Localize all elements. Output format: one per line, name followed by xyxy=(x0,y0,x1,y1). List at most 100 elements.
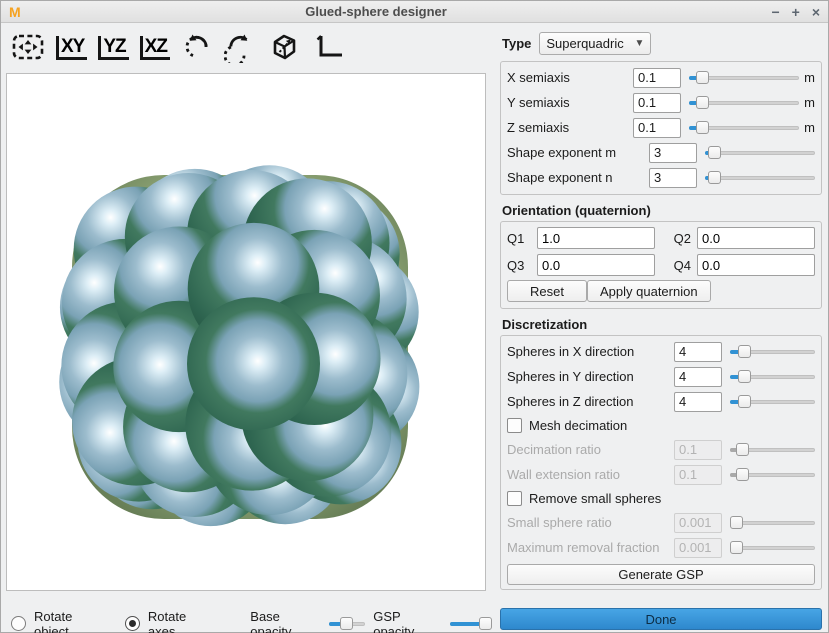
spheres-y-input[interactable] xyxy=(674,367,722,387)
rotate-object-label: Rotate object xyxy=(34,609,103,633)
slider-track xyxy=(705,176,815,180)
toggle-axes-button[interactable] xyxy=(310,29,348,68)
decimation-ratio-row: Decimation ratio xyxy=(507,437,815,462)
base-opacity-label: Base opacity xyxy=(250,609,317,633)
y-semiaxis-slider[interactable] xyxy=(689,95,799,111)
discretization-groupbox: Spheres in X direction Spheres in Y dire… xyxy=(500,335,822,590)
spheres-x-input[interactable] xyxy=(674,342,722,362)
x-semiaxis-slider[interactable] xyxy=(689,70,799,86)
orientation-header: Orientation (quaternion) xyxy=(502,203,822,218)
slider-handle[interactable] xyxy=(696,96,709,109)
type-label: Type xyxy=(502,36,531,51)
rotate-axes-label: Rotate axes xyxy=(148,609,210,633)
chevron-down-icon: ▼ xyxy=(634,38,644,49)
slider-handle xyxy=(736,443,749,456)
z-semiaxis-unit: m xyxy=(799,120,815,135)
slider-handle xyxy=(730,541,743,554)
spheres-x-slider[interactable] xyxy=(730,344,815,360)
settings-panel: Type Superquadric ▼ X semiaxis m Y semia… xyxy=(496,23,828,633)
generate-gsp-button[interactable]: Generate GSP xyxy=(507,564,815,585)
y-semiaxis-input[interactable] xyxy=(633,93,681,113)
rotate-cw-icon xyxy=(224,31,256,66)
slider-handle[interactable] xyxy=(738,345,751,358)
shape-groupbox: X semiaxis m Y semiaxis m Z semi xyxy=(500,61,822,195)
slider-handle[interactable] xyxy=(696,71,709,84)
slider-handle[interactable] xyxy=(738,370,751,383)
view-xy-button[interactable]: XY xyxy=(54,34,89,62)
spheres-z-slider[interactable] xyxy=(730,394,815,410)
spheres-y-slider[interactable] xyxy=(730,369,815,385)
q2-input[interactable] xyxy=(697,227,815,249)
apply-quaternion-button[interactable]: Apply quaternion xyxy=(587,280,711,302)
slider-handle[interactable] xyxy=(708,146,721,159)
q3-label: Q3 xyxy=(507,258,531,273)
y-semiaxis-row: Y semiaxis m xyxy=(507,90,815,115)
small-sphere-ratio-slider xyxy=(730,515,815,531)
reset-button[interactable]: Reset xyxy=(507,280,587,302)
spheres-z-label: Spheres in Z direction xyxy=(507,394,674,409)
mesh-decimation-checkbox[interactable] xyxy=(507,418,522,433)
rotate-ccw-button[interactable] xyxy=(179,29,215,68)
view-yz-button[interactable]: YZ xyxy=(96,34,130,62)
decimation-ratio-input xyxy=(674,440,722,460)
wall-extension-ratio-slider xyxy=(730,467,815,483)
small-sphere-ratio-row: Small sphere ratio xyxy=(507,510,815,535)
type-value: Superquadric xyxy=(546,36,628,51)
max-removal-fraction-label: Maximum removal fraction xyxy=(507,540,674,555)
q1-input[interactable] xyxy=(537,227,655,249)
q4-input[interactable] xyxy=(697,254,815,276)
app-logo: M xyxy=(9,4,21,20)
decimation-ratio-slider xyxy=(730,442,815,458)
base-opacity-slider[interactable] xyxy=(329,616,365,632)
random-orientation-button[interactable] xyxy=(265,29,303,68)
axes-icon xyxy=(312,31,346,66)
close-button[interactable]: × xyxy=(812,5,820,19)
titlebar: M Glued-sphere designer − + × xyxy=(1,1,828,23)
max-removal-fraction-input xyxy=(674,538,722,558)
done-button[interactable]: Done xyxy=(500,608,822,630)
view-options-bar: Rotate object Rotate axes Base opacity G… xyxy=(1,591,496,633)
shape-exponent-m-row: Shape exponent m xyxy=(507,140,815,165)
render-viewport[interactable] xyxy=(6,73,486,591)
slider-handle[interactable] xyxy=(696,121,709,134)
type-dropdown[interactable]: Superquadric ▼ xyxy=(539,32,651,55)
minimize-button[interactable]: − xyxy=(771,5,779,19)
z-semiaxis-slider[interactable] xyxy=(689,120,799,136)
shape-exponent-m-slider[interactable] xyxy=(705,145,815,161)
max-removal-fraction-row: Maximum removal fraction xyxy=(507,535,815,560)
slider-handle[interactable] xyxy=(738,395,751,408)
gsp-opacity-slider[interactable] xyxy=(450,616,486,632)
rotate-cw-button[interactable] xyxy=(222,29,258,68)
gsp-opacity-label: GSP opacity xyxy=(373,609,438,633)
shape-exponent-n-input[interactable] xyxy=(649,168,697,188)
rotate-object-radio[interactable] xyxy=(11,616,26,631)
fit-view-button[interactable] xyxy=(9,29,47,68)
slider-handle[interactable] xyxy=(708,171,721,184)
z-semiaxis-input[interactable] xyxy=(633,118,681,138)
q1-label: Q1 xyxy=(507,231,531,246)
maximize-button[interactable]: + xyxy=(792,5,800,19)
fit-view-icon xyxy=(11,31,45,66)
view-yz-label: YZ xyxy=(98,36,128,60)
small-sphere-ratio-label: Small sphere ratio xyxy=(507,515,674,530)
shape-exponent-n-slider[interactable] xyxy=(705,170,815,186)
slider-handle[interactable] xyxy=(340,617,353,630)
slider-track xyxy=(705,151,815,155)
rotate-ccw-icon xyxy=(181,31,213,66)
shape-exponent-m-input[interactable] xyxy=(649,143,697,163)
shape-exponent-n-row: Shape exponent n xyxy=(507,165,815,190)
max-removal-fraction-slider xyxy=(730,540,815,556)
q3-input[interactable] xyxy=(537,254,655,276)
view-xz-label: XZ xyxy=(140,36,170,60)
spheres-x-label: Spheres in X direction xyxy=(507,344,674,359)
slider-handle[interactable] xyxy=(479,617,492,630)
remove-small-spheres-label: Remove small spheres xyxy=(529,491,661,506)
rotate-axes-radio[interactable] xyxy=(125,616,140,631)
app-window: M Glued-sphere designer − + × xyxy=(0,0,829,633)
remove-small-spheres-checkbox[interactable] xyxy=(507,491,522,506)
x-semiaxis-unit: m xyxy=(799,70,815,85)
spheres-z-input[interactable] xyxy=(674,392,722,412)
view-xz-button[interactable]: XZ xyxy=(138,34,172,62)
z-semiaxis-row: Z semiaxis m xyxy=(507,115,815,140)
x-semiaxis-input[interactable] xyxy=(633,68,681,88)
